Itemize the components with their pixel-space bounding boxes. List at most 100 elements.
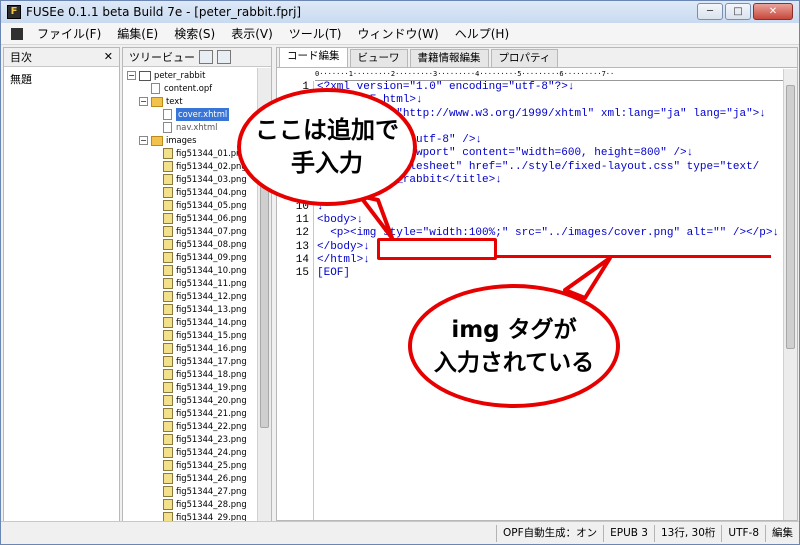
tree-node-content-opf[interactable]: content.opf	[127, 82, 271, 95]
tree-node-text-folder[interactable]: − text	[127, 95, 271, 108]
editor-scroll-thumb[interactable]	[786, 85, 795, 349]
code-line[interactable]: ↓	[317, 201, 781, 214]
menu-file[interactable]: ファイル(F)	[29, 25, 109, 42]
app-icon: F	[7, 5, 21, 19]
tree-node-image[interactable]: fig51344_05.png	[127, 199, 271, 212]
tree-node-image[interactable]: fig51344_13.png	[127, 303, 271, 316]
image-file-list: fig51344_01.png fig51344_02.png fig51344_0…	[127, 147, 271, 524]
tree-node-image[interactable]: fig51344_25.png	[127, 459, 271, 472]
window-title: FUSEe 0.1.1 beta Build 7e - [peter_rabbi…	[26, 5, 302, 19]
image-file-icon	[163, 408, 173, 419]
image-file-icon	[163, 291, 173, 302]
callout-top-line1: ここは追加で	[255, 116, 399, 144]
status-epub-version: EPUB 3	[603, 524, 654, 542]
status-opf-auto: OPF自動生成：オン	[495, 524, 603, 542]
tree-node-image[interactable]: fig51344_16.png	[127, 342, 271, 355]
tree-node-image[interactable]: fig51344_22.png	[127, 420, 271, 433]
tree-pane-title: ツリービュー	[129, 51, 195, 64]
status-mode: 編集	[765, 524, 799, 542]
tree-node-image[interactable]: fig51344_06.png	[127, 212, 271, 225]
file-icon	[151, 83, 160, 94]
tab-code-edit[interactable]: コード編集	[279, 48, 348, 67]
collapse-icon[interactable]: −	[139, 136, 148, 145]
image-file-icon	[163, 148, 173, 159]
tree-node-image[interactable]: fig51344_23.png	[127, 433, 271, 446]
tree-node-image[interactable]: fig51344_11.png	[127, 277, 271, 290]
toc-pane-close-icon[interactable]: ✕	[104, 50, 113, 63]
title-bar[interactable]: F FUSEe 0.1.1 beta Build 7e - [peter_rab…	[1, 1, 799, 23]
app-window: F FUSEe 0.1.1 beta Build 7e - [peter_rab…	[0, 0, 800, 545]
menu-window[interactable]: ウィンドウ(W)	[350, 25, 447, 42]
callout-bottom-line1: img タグが	[451, 317, 577, 343]
maximize-button[interactable]: □	[725, 3, 751, 20]
minimize-button[interactable]: ─	[697, 3, 723, 20]
line-number: 11	[295, 213, 309, 226]
tree-node-image[interactable]: fig51344_09.png	[127, 251, 271, 264]
image-file-icon	[163, 252, 173, 263]
tab-book-info[interactable]: 書籍情報編集	[409, 49, 489, 67]
image-file-icon	[163, 161, 173, 172]
tree-node-image[interactable]: fig51344_20.png	[127, 394, 271, 407]
image-file-icon	[163, 421, 173, 432]
image-file-icon	[163, 486, 173, 497]
tree-node-image[interactable]: fig51344_18.png	[127, 368, 271, 381]
column-ruler: 0·······1·········2·········3·········4·…	[315, 69, 783, 81]
image-file-icon	[163, 356, 173, 367]
tab-viewer[interactable]: ビューワ	[349, 49, 408, 67]
tree-node-image[interactable]: fig51344_04.png	[127, 186, 271, 199]
file-icon	[163, 109, 172, 120]
collapse-icon[interactable]: −	[127, 71, 136, 80]
tree-node-image[interactable]: fig51344_28.png	[127, 498, 271, 511]
image-file-icon	[163, 447, 173, 458]
tree-node-image[interactable]: fig51344_14.png	[127, 316, 271, 329]
document-icon[interactable]	[11, 27, 23, 40]
callout-bottom-line2: 入力されている	[433, 350, 595, 376]
callout-bottom: img タグが 入力されている	[408, 284, 620, 408]
tree-node-image[interactable]: fig51344_17.png	[127, 355, 271, 368]
image-file-icon	[163, 317, 173, 328]
image-file-icon	[163, 473, 173, 484]
menu-view[interactable]: 表示(V)	[223, 25, 281, 42]
menu-help[interactable]: ヘルプ(H)	[447, 25, 517, 42]
line-number: 14	[295, 253, 309, 266]
collapse-icon[interactable]: −	[139, 97, 148, 106]
status-cursor-position: 13行, 30桁	[653, 524, 721, 542]
code-line[interactable]: <body>↓	[317, 214, 781, 227]
highlight-box	[377, 238, 497, 260]
tree-node-image[interactable]: fig51344_12.png	[127, 290, 271, 303]
menu-edit[interactable]: 編集(E)	[109, 25, 166, 42]
status-encoding: UTF-8	[721, 524, 765, 542]
book-icon	[139, 70, 151, 81]
tab-properties[interactable]: プロパティ	[490, 49, 559, 67]
image-file-icon	[163, 304, 173, 315]
toc-item[interactable]: 無題	[4, 67, 119, 91]
tree-node-image[interactable]: fig51344_10.png	[127, 264, 271, 277]
tree-node-image[interactable]: fig51344_27.png	[127, 485, 271, 498]
image-file-icon	[163, 265, 173, 276]
image-file-icon	[163, 460, 173, 471]
image-file-icon	[163, 369, 173, 380]
code-line[interactable]: <?xml version="1.0" encoding="utf-8"?>↓	[317, 81, 781, 94]
tree-node-root[interactable]: − peter_rabbit	[127, 69, 271, 82]
editor-scrollbar[interactable]	[783, 69, 797, 520]
tree-node-image[interactable]: fig51344_21.png	[127, 407, 271, 420]
menu-tools[interactable]: ツール(T)	[281, 25, 350, 42]
add-file-icon[interactable]	[199, 50, 213, 64]
tree-node-image[interactable]: fig51344_15.png	[127, 329, 271, 342]
line-number: 12	[295, 227, 309, 240]
add-folder-icon[interactable]	[217, 50, 231, 64]
tree-node-image[interactable]: fig51344_24.png	[127, 446, 271, 459]
menu-search[interactable]: 検索(S)	[166, 25, 223, 42]
tree-node-image[interactable]: fig51344_07.png	[127, 225, 271, 238]
image-file-icon	[163, 226, 173, 237]
close-button[interactable]: ✕	[753, 3, 793, 20]
code-line[interactable]: [EOF]	[317, 267, 781, 280]
image-file-icon	[163, 213, 173, 224]
image-file-icon	[163, 434, 173, 445]
tree-node-image[interactable]: fig51344_26.png	[127, 472, 271, 485]
tree-node-image[interactable]: fig51344_19.png	[127, 381, 271, 394]
status-bar: OPF自動生成：オン EPUB 3 13行, 30桁 UTF-8 編集	[1, 521, 799, 544]
image-file-icon	[163, 187, 173, 198]
image-file-icon	[163, 174, 173, 185]
tree-node-image[interactable]: fig51344_08.png	[127, 238, 271, 251]
